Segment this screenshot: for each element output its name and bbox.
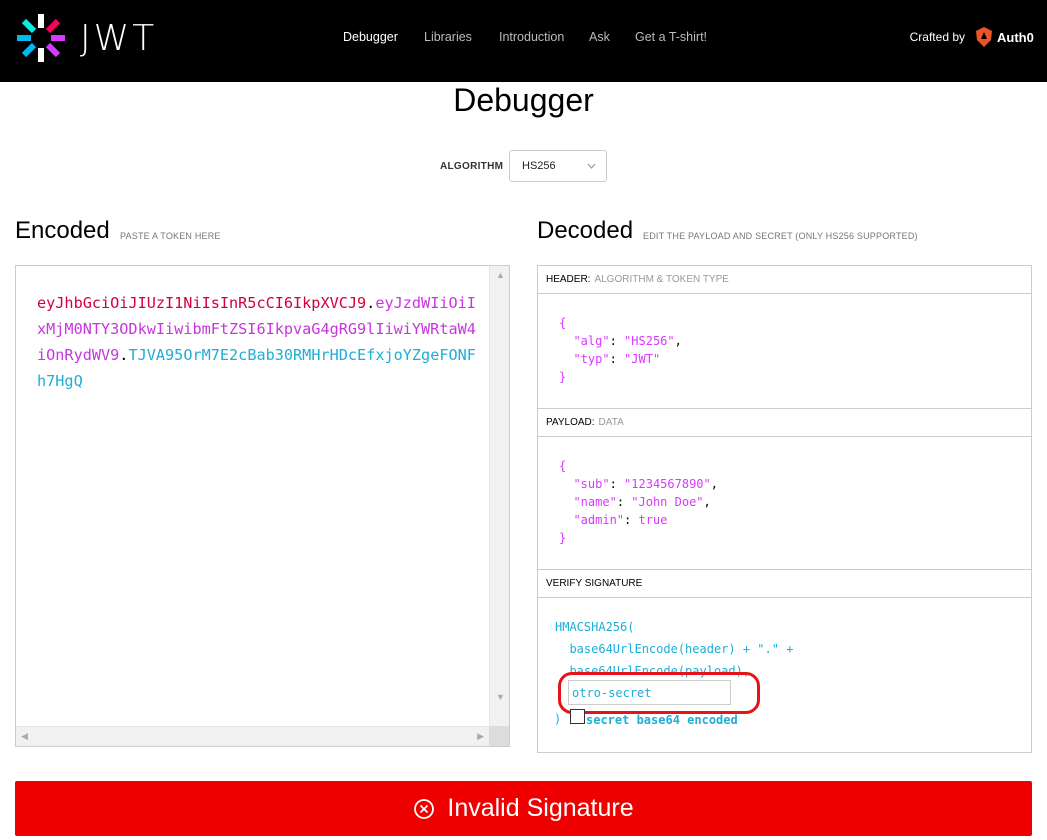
vertical-scrollbar[interactable]: ▲ ▼ <box>489 266 509 726</box>
scroll-right-icon[interactable]: ▶ <box>477 731 484 742</box>
scroll-up-icon[interactable]: ▲ <box>496 270 505 280</box>
encoded-token-editor[interactable]: eyJhbGciOiJIUzI1NiIsInR5cCI6IkpXVCJ9.eyJ… <box>15 265 510 747</box>
verify-section-head: VERIFY SIGNATURE <box>538 570 1031 598</box>
scrollbar-corner <box>489 726 509 746</box>
scroll-down-icon[interactable]: ▼ <box>496 692 505 702</box>
payload-section-head: PAYLOAD: DATA <box>538 409 1031 437</box>
payload-json-editor[interactable]: { "sub": "1234567890", "name": "John Doe… <box>559 457 718 547</box>
encoded-token-text[interactable]: eyJhbGciOiJIUzI1NiIsInR5cCI6IkpXVCJ9.eyJ… <box>37 290 477 394</box>
auth0-brand: Auth0 <box>997 29 1034 45</box>
nav-libraries[interactable]: Libraries <box>424 30 472 44</box>
signature-status-text: Invalid Signature <box>447 794 634 822</box>
verify-section-label: VERIFY SIGNATURE <box>546 578 643 589</box>
nav-debugger[interactable]: Debugger <box>343 30 398 44</box>
decoded-subtitle: EDIT THE PAYLOAD AND SECRET (ONLY HS256 … <box>643 231 918 241</box>
auth0-shield-icon <box>976 27 992 47</box>
payload-section-label: PAYLOAD: <box>546 417 595 428</box>
top-nav-bar: JWT Debugger Libraries Introduction Ask … <box>0 0 1047 82</box>
payload-section-sublabel: DATA <box>598 417 624 428</box>
header-section-sublabel: ALGORITHM & TOKEN TYPE <box>594 274 729 285</box>
verify-close-paren: ) <box>554 712 562 726</box>
page-title: Debugger <box>453 82 594 118</box>
nav-introduction[interactable]: Introduction <box>499 30 564 44</box>
algorithm-select[interactable]: HS256 <box>509 150 607 182</box>
jwt-logo-text[interactable]: JWT <box>80 18 157 59</box>
crafted-by-label: Crafted by <box>909 30 965 44</box>
horizontal-scrollbar[interactable]: ◀ ▶ <box>16 726 489 746</box>
close-circle-icon <box>414 798 435 819</box>
header-json-editor[interactable]: { "alg": "HS256", "typ": "JWT" } <box>559 314 682 386</box>
nav-get-tshirt[interactable]: Get a T-shirt! <box>635 30 707 44</box>
encoded-title: Encoded <box>15 217 110 244</box>
highlight-annotation <box>558 672 760 714</box>
header-section-label: HEADER: <box>546 274 591 285</box>
chevron-down-icon <box>587 163 596 169</box>
algorithm-value: HS256 <box>522 160 556 172</box>
secret-base64-checkbox[interactable] <box>570 709 585 724</box>
token-header-part: eyJhbGciOiJIUzI1NiIsInR5cCI6IkpXVCJ9 <box>37 294 367 312</box>
signature-status-banner: Invalid Signature <box>15 781 1032 836</box>
secret-base64-label[interactable]: secret base64 encoded <box>586 713 738 727</box>
algorithm-label: ALGORITHM <box>440 161 504 172</box>
scroll-left-icon[interactable]: ◀ <box>21 731 28 742</box>
auth0-link[interactable]: Auth0 <box>975 26 1035 48</box>
decoded-title: Decoded <box>537 217 634 244</box>
nav-ask[interactable]: Ask <box>589 30 610 44</box>
header-section-head: HEADER: ALGORITHM & TOKEN TYPE <box>538 266 1031 294</box>
encoded-subtitle: PASTE A TOKEN HERE <box>120 231 221 241</box>
jwt-logo-icon[interactable] <box>14 12 68 64</box>
